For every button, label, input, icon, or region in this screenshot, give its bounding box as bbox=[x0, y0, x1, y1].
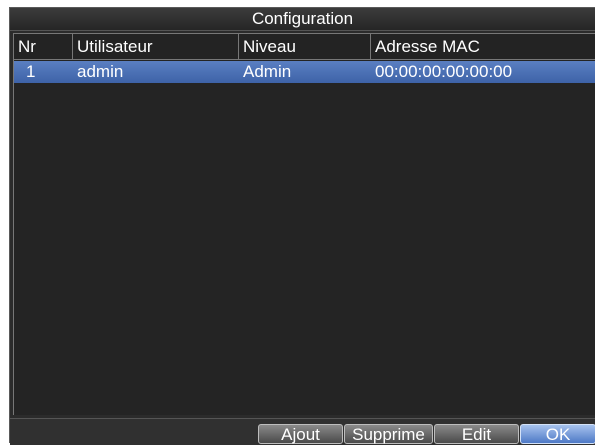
header-user: Utilisateur bbox=[73, 34, 239, 60]
user-table: Nr Utilisateur Niveau Adresse MAC 1 admi… bbox=[13, 33, 595, 415]
configuration-window: Configuration Nr Utilisateur Niveau Adre… bbox=[9, 7, 595, 445]
delete-button[interactable]: Supprime bbox=[344, 424, 433, 444]
button-bar: Ajout Supprime Edit OK bbox=[10, 418, 595, 445]
window-title: Configuration bbox=[10, 8, 595, 31]
row-mac-address: 00:00:00:00:00:00 bbox=[375, 62, 513, 81]
header-nr: Nr bbox=[14, 34, 73, 60]
add-button[interactable]: Ajout bbox=[258, 424, 343, 444]
edit-button[interactable]: Edit bbox=[434, 424, 519, 444]
table-header: Nr Utilisateur Niveau Adresse MAC bbox=[14, 34, 595, 60]
header-level: Niveau bbox=[239, 34, 371, 60]
table-row[interactable]: 1 admin Admin 00:00:00:00:00:00 bbox=[14, 61, 595, 83]
row-nr: 1 bbox=[26, 62, 36, 81]
ok-button[interactable]: OK bbox=[520, 424, 595, 444]
header-mac-address: Adresse MAC bbox=[375, 37, 480, 56]
row-level: Admin bbox=[243, 62, 292, 81]
row-user: admin bbox=[77, 62, 124, 81]
